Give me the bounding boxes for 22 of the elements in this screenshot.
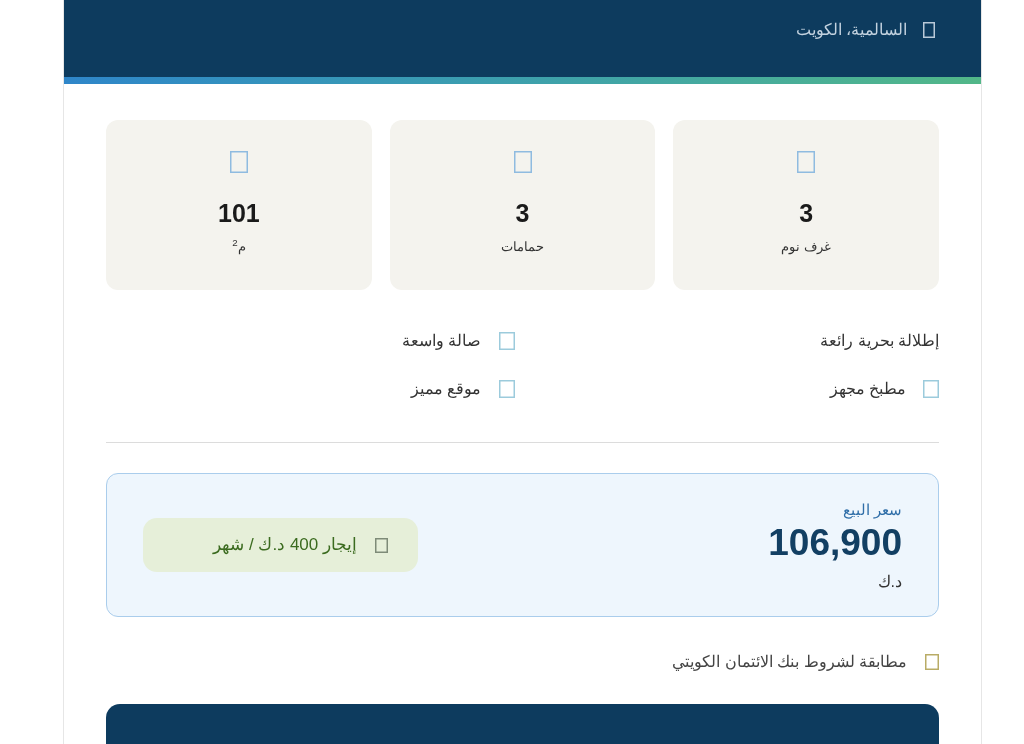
stat-value: 3 xyxy=(799,198,814,228)
stat-label: غرف نوم xyxy=(781,238,831,256)
action-button[interactable] xyxy=(106,704,939,744)
feature-label: إطلالة بحرية رائعة xyxy=(820,331,939,352)
square-icon xyxy=(923,22,935,38)
stat-label: حمامات xyxy=(501,238,544,256)
square-icon xyxy=(797,151,816,173)
currency-label: د.ك xyxy=(877,572,902,592)
square-icon xyxy=(925,654,939,670)
feature-label: صالة واسعة xyxy=(402,331,482,352)
square-icon xyxy=(375,537,388,553)
price-amount: 106,900 xyxy=(768,522,902,564)
compliance-text: مطابقة لشروط بنك الائتمان الكويتي xyxy=(672,652,907,673)
feature-label: مطبخ مجهز xyxy=(829,379,906,400)
square-icon xyxy=(229,151,248,173)
feature-label: موقع مميز xyxy=(411,379,482,400)
stat-value: 3 xyxy=(515,198,530,228)
location-text: السالمية، الكويت xyxy=(795,20,907,41)
price-label: سعر البيع xyxy=(842,500,902,520)
rent-text: إيجار 400 د.ك / شهر xyxy=(213,534,357,556)
square-icon xyxy=(513,151,532,173)
stat-value: 101 xyxy=(218,198,260,228)
